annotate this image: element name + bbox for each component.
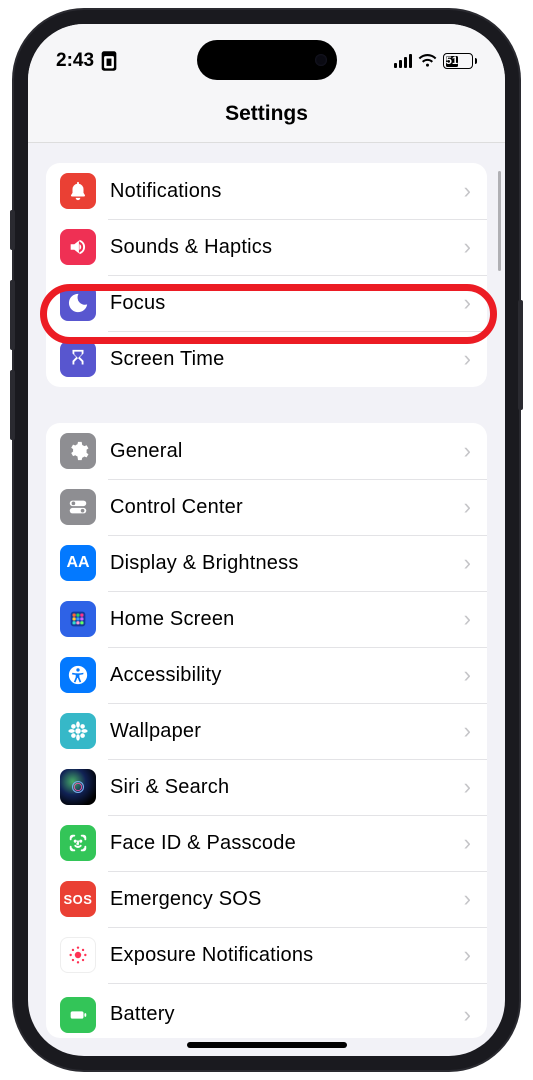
faceid-icon [60,825,96,861]
battery-indicator: 51 [443,53,477,69]
row-screen-time[interactable]: Screen Time › [46,331,487,387]
sim-icon [98,50,120,72]
text-size-icon: AA [60,545,96,581]
status-left: 2:43 [56,50,120,72]
row-label: Home Screen [110,608,464,631]
flower-icon [60,713,96,749]
row-label: Face ID & Passcode [110,832,464,855]
row-label: Exposure Notifications [110,944,464,967]
row-label: Wallpaper [110,720,464,743]
dynamic-island [197,40,337,80]
row-label: General [110,440,464,463]
row-focus[interactable]: Focus › [46,275,487,331]
row-control-center[interactable]: Control Center › [46,479,487,535]
volume-down [10,370,15,440]
chevron-right-icon: › [464,234,471,260]
chevron-right-icon: › [464,774,471,800]
cellular-icon [394,54,413,68]
row-label: Siri & Search [110,776,464,799]
chevron-right-icon: › [464,346,471,372]
row-siri[interactable]: Siri & Search › [46,759,487,815]
power-button [518,300,523,410]
battery-icon [60,997,96,1033]
phone-frame: 2:43 51 Settings [14,10,519,1070]
chevron-right-icon: › [464,290,471,316]
exposure-icon [60,937,96,973]
status-time: 2:43 [56,50,94,72]
sos-icon: SOS [60,881,96,917]
row-label: Battery [110,1003,464,1026]
page-title: Settings [28,102,505,126]
row-accessibility[interactable]: Accessibility › [46,647,487,703]
accessibility-icon [60,657,96,693]
chevron-right-icon: › [464,662,471,688]
row-label: Accessibility [110,664,464,687]
row-sounds[interactable]: Sounds & Haptics › [46,219,487,275]
gear-icon [60,433,96,469]
chevron-right-icon: › [464,718,471,744]
row-wallpaper[interactable]: Wallpaper › [46,703,487,759]
chevron-right-icon: › [464,830,471,856]
home-indicator[interactable] [187,1042,347,1048]
wifi-icon [418,54,437,68]
chevron-right-icon: › [464,942,471,968]
settings-group-1: Notifications › Sounds & Haptics › Focus… [46,163,487,387]
screen: 2:43 51 Settings [28,24,505,1056]
row-label: Sounds & Haptics [110,236,464,259]
grid-icon [60,601,96,637]
speaker-icon [60,229,96,265]
chevron-right-icon: › [464,178,471,204]
settings-list[interactable]: Notifications › Sounds & Haptics › Focus… [28,143,505,1038]
chevron-right-icon: › [464,606,471,632]
chevron-right-icon: › [464,886,471,912]
chevron-right-icon: › [464,1002,471,1028]
row-battery[interactable]: Battery › [46,983,487,1038]
chevron-right-icon: › [464,438,471,464]
siri-icon [60,769,96,805]
hourglass-icon [60,341,96,377]
row-faceid[interactable]: Face ID & Passcode › [46,815,487,871]
bell-icon [60,173,96,209]
chevron-right-icon: › [464,494,471,520]
row-emergency-sos[interactable]: SOS Emergency SOS › [46,871,487,927]
row-general[interactable]: General › [46,423,487,479]
settings-group-2: General › Control Center › AA Display & … [46,423,487,1038]
row-label: Focus [110,292,464,315]
row-exposure[interactable]: Exposure Notifications › [46,927,487,983]
volume-up [10,280,15,350]
row-label: Emergency SOS [110,888,464,911]
silence-switch [10,210,15,250]
scroll-indicator[interactable] [498,171,501,271]
row-notifications[interactable]: Notifications › [46,163,487,219]
row-home-screen[interactable]: Home Screen › [46,591,487,647]
switches-icon [60,489,96,525]
battery-percent: 51 [446,56,459,67]
chevron-right-icon: › [464,550,471,576]
status-right: 51 [394,53,478,69]
row-display[interactable]: AA Display & Brightness › [46,535,487,591]
moon-icon [60,285,96,321]
row-label: Screen Time [110,348,464,371]
row-label: Notifications [110,180,464,203]
row-label: Display & Brightness [110,552,464,575]
row-label: Control Center [110,496,464,519]
